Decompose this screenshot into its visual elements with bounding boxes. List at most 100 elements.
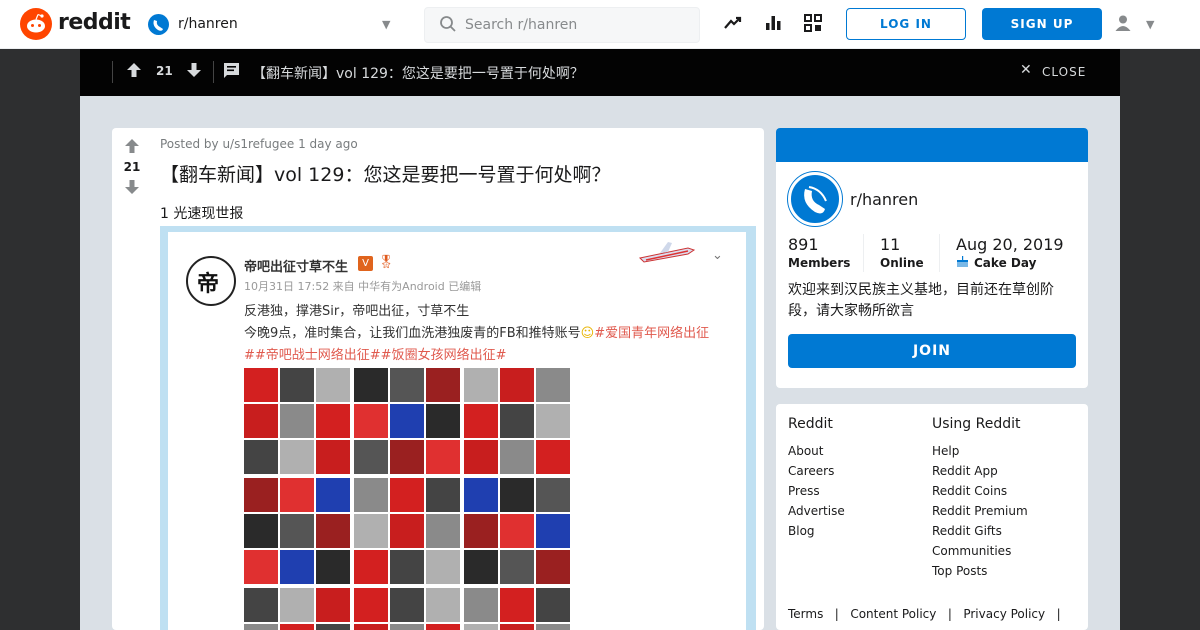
user-icon[interactable]: [1114, 14, 1132, 37]
separator: |: [1048, 607, 1061, 621]
separator: |: [827, 607, 847, 621]
thumbnail-image: [280, 624, 314, 630]
thumbnail-image: [464, 550, 498, 584]
thumbnail-image: [500, 550, 534, 584]
footer-link-privacy-policy[interactable]: Privacy Policy: [963, 607, 1045, 621]
members-label: Members: [788, 256, 851, 270]
thumbnail-image: [536, 514, 570, 548]
post-meta: Posted by u/s1refugee 1 day ago: [160, 137, 358, 151]
upvote-icon[interactable]: [124, 138, 140, 158]
popular-trending-icon[interactable]: [723, 13, 743, 38]
thumbnail-image: [536, 404, 570, 438]
thumbnail-image: [536, 478, 570, 512]
thumbnail-image: [536, 624, 570, 630]
downvote-icon[interactable]: [186, 62, 202, 82]
divider: [863, 234, 864, 272]
divider: [939, 234, 940, 272]
emoji-icon: ☺: [580, 326, 595, 341]
weibo-hashtag: #爱国青年网络出征: [594, 326, 710, 341]
community-name[interactable]: r/hanren: [850, 190, 918, 209]
topbar-post-title: 【翻车新闻】vol 129：您这是要把一号置于何处啊？: [252, 66, 584, 82]
reddit-logo-icon[interactable]: [20, 8, 52, 40]
thumbnail-image: [536, 368, 570, 402]
footer-link-about[interactable]: About: [788, 444, 823, 458]
signup-button[interactable]: SIGN UP: [982, 8, 1102, 40]
footer-link-careers[interactable]: Careers: [788, 464, 834, 478]
thumbnail-image: [244, 624, 278, 630]
login-button[interactable]: LOG IN: [846, 8, 966, 40]
footer-heading-reddit: Reddit: [788, 416, 833, 432]
weibo-author: 帝吧出征寸草不生: [244, 260, 349, 275]
search-bar[interactable]: [424, 7, 700, 43]
thumbnail-image: [354, 550, 388, 584]
subreddit-icon[interactable]: [148, 14, 169, 35]
footer-bottom-links: Terms | Content Policy | Privacy Policy …: [788, 607, 1061, 621]
thumbnail-image: [316, 368, 350, 402]
thumbnail-image: [390, 440, 424, 474]
upvote-icon[interactable]: [126, 62, 142, 82]
join-button[interactable]: JOIN: [788, 334, 1076, 368]
thumbnail-image: [316, 478, 350, 512]
footer-link-terms[interactable]: Terms: [788, 607, 823, 621]
thumbnail-image: [244, 588, 278, 622]
footer-link-reddit-app[interactable]: Reddit App: [932, 464, 998, 478]
medal-icon: 🎖: [378, 255, 395, 270]
verified-badge: V: [358, 256, 373, 271]
thumbnail-image: [464, 478, 498, 512]
footer-link-advertise[interactable]: Advertise: [788, 504, 845, 518]
vote-column: 21: [112, 128, 152, 630]
thumbnail-image: [426, 478, 460, 512]
communities-grid-icon[interactable]: [803, 13, 823, 38]
footer-link-reddit-coins[interactable]: Reddit Coins: [932, 484, 1007, 498]
post-image[interactable]: 帝 帝吧出征寸草不生 V 🎖 ⌄ 10月31日 17:52 来自 中华有为And…: [160, 226, 756, 630]
close-icon[interactable]: ✕: [1020, 62, 1032, 78]
downvote-icon[interactable]: [124, 179, 140, 199]
thumbnail-image: [500, 588, 534, 622]
chevron-down-icon[interactable]: ▼: [382, 18, 390, 31]
post-title: 【翻车新闻】vol 129：您这是要把一号置于何处啊？: [160, 164, 611, 186]
thumbnail-image: [390, 624, 424, 630]
thumbnail-image: [536, 440, 570, 474]
footer-link-top-posts[interactable]: Top Posts: [932, 564, 987, 578]
footer-link-help[interactable]: Help: [932, 444, 959, 458]
thumbnail-image: [426, 440, 460, 474]
thumbnail-image: [500, 404, 534, 438]
post-card: 21 Posted by u/s1refugee 1 day ago 【翻车新闻…: [112, 128, 764, 630]
cake-day-label: Cake Day: [974, 256, 1037, 270]
thumbnail-image: [244, 404, 278, 438]
footer-link-reddit-premium[interactable]: Reddit Premium: [932, 504, 1028, 518]
thumbnail-image: [426, 404, 460, 438]
footer-link-communities[interactable]: Communities: [932, 544, 1011, 558]
thumbnail-image: [244, 368, 278, 402]
weibo-timestamp: 10月31日 17:52 来自 中华有为Android 已编辑: [244, 280, 482, 293]
close-button[interactable]: CLOSE: [1042, 65, 1086, 79]
thumbnail-image: [426, 368, 460, 402]
reddit-wordmark[interactable]: reddit: [58, 10, 131, 35]
thumbnail-image: [426, 550, 460, 584]
footer-link-blog[interactable]: Blog: [788, 524, 815, 538]
footer-heading-using-reddit: Using Reddit: [932, 416, 1021, 432]
stats-icon[interactable]: [763, 13, 783, 38]
thumbnail-image: [280, 588, 314, 622]
search-input[interactable]: [465, 17, 685, 33]
chevron-down-icon[interactable]: ▼: [1146, 18, 1154, 31]
thumbnail-image: [244, 478, 278, 512]
subreddit-name[interactable]: r/hanren: [178, 16, 238, 32]
thumbnail-image: [280, 368, 314, 402]
community-description: 欢迎来到汉民族主义基地，目前还在草创阶段，请大家畅所欲言: [788, 282, 1054, 319]
post-score: 21: [123, 160, 141, 174]
thumbnail-image: [316, 588, 350, 622]
avatar: 帝: [186, 256, 236, 306]
weibo-screenshot: 帝 帝吧出征寸草不生 V 🎖 ⌄ 10月31日 17:52 来自 中华有为And…: [168, 232, 746, 630]
thumbnail-image: [280, 514, 314, 548]
thumbnail-image: [500, 478, 534, 512]
thumbnail-image: [500, 368, 534, 402]
airplane-icon: [638, 238, 696, 266]
thumbnail-image: [464, 404, 498, 438]
thumbnail-image: [354, 440, 388, 474]
thumbnail-image: [390, 588, 424, 622]
post-flair: 1 光速现世报: [160, 206, 244, 222]
footer-link-press[interactable]: Press: [788, 484, 820, 498]
footer-link-reddit-gifts[interactable]: Reddit Gifts: [932, 524, 1002, 538]
footer-link-content-policy[interactable]: Content Policy: [850, 607, 936, 621]
